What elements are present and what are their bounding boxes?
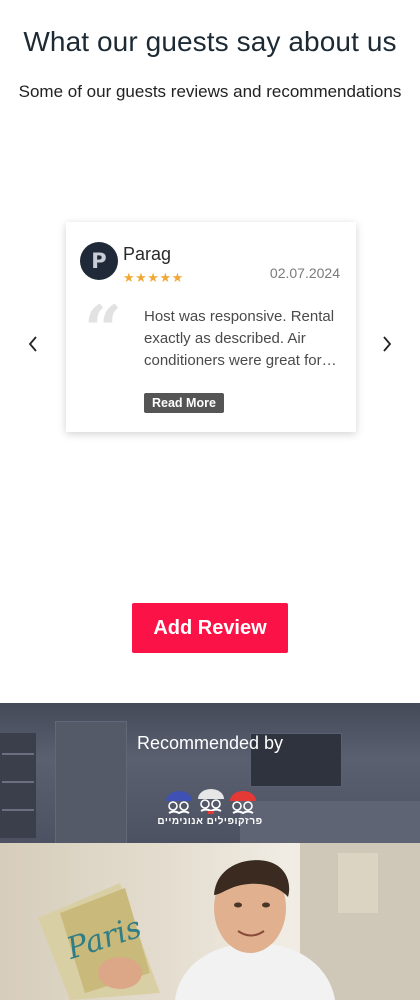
review-text: Host was responsive. Rental exactly as d… xyxy=(144,308,337,369)
carousel-next-button[interactable] xyxy=(377,332,397,356)
chevron-left-icon xyxy=(28,336,37,352)
partner-logo-text: פרזקופילים אנונימיים xyxy=(157,816,263,827)
review-date: 02.07.2024 xyxy=(269,265,340,281)
review-card: P Parag ★★★★★ 02.07.2024 “ Host was resp… xyxy=(66,222,356,432)
star-rating: ★★★★★ xyxy=(123,270,184,285)
section-title: What our guests say about us xyxy=(23,26,397,57)
add-review-button[interactable]: Add Review xyxy=(132,603,288,653)
carousel-prev-button[interactable] xyxy=(23,332,43,356)
recommended-label: Recommended by xyxy=(136,733,284,753)
host-photo-illustration: Paris xyxy=(38,843,420,1000)
avatar: P xyxy=(80,242,118,280)
chevron-right-icon xyxy=(383,336,392,352)
section-subtitle: Some of our guests reviews and recommend… xyxy=(18,82,402,101)
host-photo: Paris xyxy=(0,843,420,1000)
reviewer-name: Parag xyxy=(123,244,172,264)
quote-icon: “ xyxy=(84,291,122,369)
read-more-button[interactable]: Read More xyxy=(144,393,224,413)
recommended-banner: Recommended by פרזקופילים אנונימיים xyxy=(0,703,420,843)
